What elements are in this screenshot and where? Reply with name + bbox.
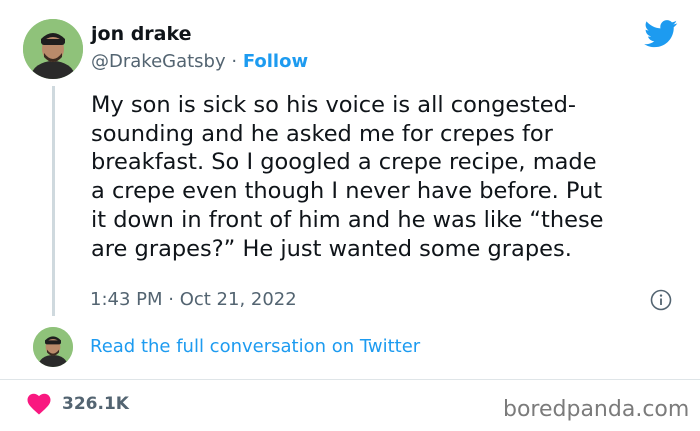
- author-handle[interactable]: @DrakeGatsby: [91, 51, 226, 72]
- heart-icon[interactable]: [27, 393, 51, 415]
- tweet-timestamp[interactable]: 1:43 PM · Oct 21, 2022: [90, 289, 297, 310]
- like-count: 326.1K: [62, 394, 129, 414]
- tweet-line: sounding and he asked me for crepes for: [91, 120, 553, 147]
- avatar-image: [23, 19, 83, 79]
- tweet-line: it down in front of him and he was like …: [91, 206, 604, 233]
- author-name[interactable]: jon drake: [91, 23, 192, 45]
- tweet-text: My son is sick so his voice is all conge…: [91, 91, 691, 263]
- read-conversation-link[interactable]: Read the full conversation on Twitter: [90, 336, 420, 357]
- conversation-avatar[interactable]: [33, 327, 73, 367]
- watermark: boredpanda.com: [503, 397, 690, 422]
- author-avatar[interactable]: [23, 19, 83, 79]
- author-handle-row: @DrakeGatsby · Follow: [91, 51, 308, 72]
- tweet-line: a crepe even though I never have before.…: [91, 178, 603, 205]
- twitter-bird-icon[interactable]: [644, 20, 678, 48]
- tweet-line: breakfast. So I googled a crepe recipe, …: [91, 149, 597, 176]
- handle-separator: ·: [225, 51, 243, 72]
- tweet-line: My son is sick so his voice is all conge…: [91, 92, 577, 118]
- info-icon[interactable]: [650, 289, 672, 311]
- tweet-line: are grapes?” He just wanted some grapes.: [91, 235, 572, 262]
- avatar-image: [33, 327, 73, 367]
- follow-button[interactable]: Follow: [243, 51, 308, 72]
- divider: [0, 379, 700, 380]
- thread-line: [52, 86, 55, 316]
- tweet-card: jon drake @DrakeGatsby · Follow My son i…: [0, 0, 700, 431]
